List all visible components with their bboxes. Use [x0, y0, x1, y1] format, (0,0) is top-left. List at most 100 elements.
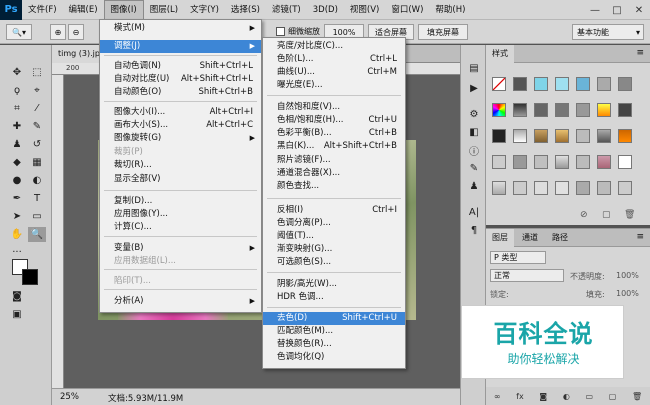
style-swatch[interactable] [597, 103, 611, 117]
path-select-icon[interactable]: ➤ [8, 209, 26, 224]
opacity-value[interactable]: 100% [616, 271, 639, 280]
style-swatch[interactable] [555, 103, 569, 117]
menu-item[interactable]: 滤镜(T) [266, 0, 307, 20]
style-swatch[interactable] [576, 103, 590, 117]
style-swatch[interactable] [492, 129, 506, 143]
menu-item[interactable]: 视图(V) [344, 0, 385, 20]
zoom-tool-icon[interactable]: 🔍 [28, 227, 46, 242]
info-icon[interactable]: ⓘ [467, 143, 481, 158]
adjust-menu-item[interactable]: 匹配颜色(M)... [263, 325, 405, 338]
adjust-menu-item[interactable]: 色彩平衡(B)... Ctrl+B [263, 127, 405, 140]
style-swatch[interactable] [513, 155, 527, 169]
adjust-menu-item[interactable]: 曲线(U)... Ctrl+M [263, 66, 405, 79]
dodge-tool-icon[interactable]: ◐ [28, 173, 46, 188]
pen-tool-icon[interactable]: ✒ [8, 191, 26, 206]
tab-styles[interactable]: 样式 [486, 45, 514, 63]
style-swatch[interactable] [618, 155, 632, 169]
style-swatch[interactable] [618, 181, 632, 195]
fill-value[interactable]: 100% [616, 289, 639, 298]
menu-item[interactable]: 3D(D) [307, 0, 344, 20]
adjust-menu-item[interactable]: 去色(D) Shift+Ctrl+U [263, 312, 405, 325]
style-swatch[interactable] [534, 129, 548, 143]
image-menu-item[interactable]: 裁剪(P) [100, 146, 261, 159]
adjust-menu-item[interactable]: 反相(I) Ctrl+I [263, 204, 405, 217]
style-swatch[interactable] [513, 103, 527, 117]
style-swatch[interactable] [576, 129, 590, 143]
clone-stamp-icon[interactable]: ♟ [8, 137, 26, 152]
style-swatch[interactable] [597, 155, 611, 169]
image-menu-item[interactable]: 画布大小(S)... Alt+Ctrl+C [100, 119, 261, 132]
image-menu-item[interactable]: 复制(D)... [100, 195, 261, 208]
eyedropper-tool-icon[interactable]: ⁄ [28, 101, 46, 116]
zoom-in-button[interactable]: ⊕ [50, 24, 66, 40]
adjust-menu-item[interactable]: 自然饱和度(V)... [263, 101, 405, 114]
maximize-button[interactable]: □ [606, 0, 628, 20]
style-swatch[interactable] [555, 181, 569, 195]
shape-tool-icon[interactable]: ▭ [28, 209, 46, 224]
layer-filter-select[interactable]: P 类型 [490, 251, 546, 264]
menu-item[interactable]: 图层(L) [144, 0, 184, 20]
layer-mask-icon[interactable]: ◙ [539, 392, 547, 401]
image-menu-item[interactable]: 计算(C)... [100, 221, 261, 234]
image-menu-item[interactable]: 自动颜色(O) Shift+Ctrl+B [100, 86, 261, 99]
adjust-menu-item[interactable]: 色调分离(P)... [263, 217, 405, 230]
image-menu-item[interactable]: 图像旋转(G) ▶ [100, 132, 261, 145]
screen-mode-icon[interactable]: ▣ [8, 307, 26, 322]
menu-item[interactable]: 选择(S) [225, 0, 266, 20]
menu-item[interactable]: 帮助(H) [429, 0, 471, 20]
tab-channels[interactable]: 通道 [516, 229, 544, 247]
menu-item[interactable]: 文字(Y) [184, 0, 225, 20]
style-swatch[interactable] [513, 129, 527, 143]
history-icon[interactable]: ▤ [467, 61, 481, 75]
minimize-button[interactable]: — [584, 0, 606, 20]
panel-menu-icon[interactable]: ≡ [636, 232, 644, 242]
menu-item[interactable]: 文件(F) [22, 0, 63, 20]
properties-icon[interactable]: ⚙ [467, 107, 481, 121]
style-swatch[interactable] [534, 77, 548, 91]
image-menu-item[interactable]: 显示全部(V) [100, 173, 261, 186]
blend-mode-select[interactable]: 正常 [490, 269, 564, 282]
style-swatch[interactable] [513, 77, 527, 91]
marquee-tool-icon[interactable]: ⬚ [28, 65, 46, 80]
style-swatch[interactable] [492, 181, 506, 195]
menu-item[interactable]: 图像(I) [103, 0, 144, 20]
workspace-select[interactable]: 基本功能 ▾ [572, 24, 644, 40]
menu-item[interactable]: 编辑(E) [63, 0, 104, 20]
style-swatch[interactable] [597, 181, 611, 195]
style-swatch[interactable] [618, 129, 632, 143]
link-layers-icon[interactable]: ∞ [494, 392, 501, 401]
style-swatch[interactable] [492, 103, 506, 117]
brush-panel-icon[interactable]: ✎ [467, 161, 481, 175]
crop-tool-icon[interactable]: ⌗ [8, 101, 26, 116]
adjustments-icon[interactable]: ◧ [467, 125, 481, 139]
adjust-menu-item[interactable]: 阈值(T)... [263, 230, 405, 243]
zoom-tool-preset[interactable]: 🔍▾ [6, 24, 32, 40]
lasso-tool-icon[interactable]: ϙ [8, 83, 26, 98]
adjust-menu-item[interactable]: 替换颜色(R)... [263, 338, 405, 351]
image-menu-item[interactable]: 应用数据组(L)... [100, 255, 261, 268]
image-menu-item[interactable]: 模式(M) ▶ [100, 22, 261, 35]
history-brush-icon[interactable]: ↺ [28, 137, 46, 152]
no-style-icon[interactable]: ⊘ [580, 210, 588, 220]
tab-layers[interactable]: 图层 [486, 229, 514, 247]
style-swatch[interactable] [555, 129, 569, 143]
adjust-menu-item[interactable]: 亮度/对比度(C)... [263, 40, 405, 53]
background-color-swatch[interactable] [22, 269, 38, 285]
document-info[interactable]: 文档:5.93M/11.9M [108, 392, 183, 404]
zoom-level[interactable]: 25% [60, 392, 79, 402]
adjust-menu-item[interactable]: 色相/饱和度(H)... Ctrl+U [263, 114, 405, 127]
blur-tool-icon[interactable]: ● [8, 173, 26, 188]
paragraph-icon[interactable]: ¶ [467, 223, 481, 237]
adjust-menu-item[interactable]: 色阶(L)... Ctrl+L [263, 53, 405, 66]
delete-style-icon[interactable]: 🗑 [624, 210, 635, 220]
clone-source-icon[interactable]: ♟ [467, 179, 481, 193]
style-swatch[interactable] [576, 77, 590, 91]
image-menu-item[interactable]: 裁切(R)... [100, 159, 261, 172]
style-swatch[interactable] [597, 77, 611, 91]
adjust-menu-item[interactable]: 照片滤镜(F)... [263, 154, 405, 167]
group-icon[interactable]: ▭ [586, 392, 594, 401]
new-style-icon[interactable]: ▢ [602, 210, 611, 220]
image-menu-item[interactable]: 自动对比度(U) Alt+Shift+Ctrl+L [100, 73, 261, 86]
menu-item[interactable]: 窗口(W) [385, 0, 429, 20]
quick-mask-icon[interactable]: ◙ [8, 289, 26, 304]
